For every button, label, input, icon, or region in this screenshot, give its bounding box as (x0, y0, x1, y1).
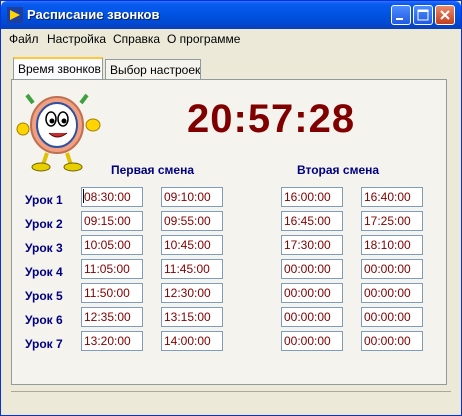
maximize-button[interactable] (413, 5, 433, 25)
first-start-time-field[interactable]: 11:05:00 (81, 259, 143, 279)
second-start-time-field[interactable]: 16:00:00 (281, 187, 343, 207)
first-start-time-field[interactable]: 13:20:00 (81, 331, 143, 351)
tab-settings-choice[interactable]: Выбор настроек (105, 59, 201, 79)
first-end-time-field[interactable]: 11:45:00 (161, 259, 223, 279)
first-end-time-field[interactable]: 14:00:00 (161, 331, 223, 351)
second-start-time-field[interactable]: 00:00:00 (281, 307, 343, 327)
app-icon (7, 7, 23, 23)
first-start-time-field[interactable]: 11:50:00 (81, 283, 143, 303)
first-end-time-field[interactable]: 10:45:00 (161, 235, 223, 255)
second-start-time-field[interactable]: 00:00:00 (281, 331, 343, 351)
menu-bar: Файл Настройка Справка О программе (1, 29, 461, 49)
maximize-icon (417, 9, 429, 21)
current-time-clock: 20:57:28 (187, 97, 356, 141)
first-shift-title: Первая смена (111, 163, 195, 177)
second-shift-title: Вторая смена (297, 163, 380, 177)
lesson-label: Урок 4 (25, 265, 63, 279)
menu-about[interactable]: О программе (167, 32, 240, 46)
second-end-time-field[interactable]: 16:40:00 (361, 187, 423, 207)
first-end-time-field[interactable]: 09:55:00 (161, 211, 223, 231)
first-end-time-field[interactable]: 09:10:00 (161, 187, 223, 207)
menu-settings[interactable]: Настройка (47, 32, 106, 46)
bottom-divider (11, 391, 451, 394)
window-title: Расписание звонков (27, 7, 160, 22)
first-end-time-field[interactable]: 13:15:00 (161, 307, 223, 327)
second-start-time-field[interactable]: 16:45:00 (281, 211, 343, 231)
second-start-time-field[interactable]: 00:00:00 (281, 283, 343, 303)
second-end-time-field[interactable]: 17:25:00 (361, 211, 423, 231)
menu-file[interactable]: Файл (9, 32, 39, 46)
close-icon (440, 10, 450, 20)
second-end-time-field[interactable]: 00:00:00 (361, 259, 423, 279)
menu-help[interactable]: Справка (113, 32, 160, 46)
second-end-time-field[interactable]: 00:00:00 (361, 283, 423, 303)
lesson-label: Урок 3 (25, 241, 63, 255)
second-end-time-field[interactable]: 00:00:00 (361, 307, 423, 327)
lesson-label: Урок 2 (25, 217, 63, 231)
lesson-label: Урок 7 (25, 337, 63, 351)
title-bar[interactable]: Расписание звонков (1, 1, 461, 29)
lesson-label: Урок 1 (25, 193, 63, 207)
first-start-time-field[interactable]: 08:30:00 (81, 187, 143, 207)
first-end-time-field[interactable]: 12:30:00 (161, 283, 223, 303)
second-end-time-field[interactable]: 00:00:00 (361, 331, 423, 351)
clock-mascot-image (16, 93, 101, 172)
second-start-time-field[interactable]: 17:30:00 (281, 235, 343, 255)
second-end-time-field[interactable]: 18:10:00 (361, 235, 423, 255)
first-start-time-field[interactable]: 09:15:00 (81, 211, 143, 231)
lesson-label: Урок 6 (25, 313, 63, 327)
second-start-time-field[interactable]: 00:00:00 (281, 259, 343, 279)
app-window: Расписание звонков Файл Настройка Справк… (0, 0, 462, 416)
close-button[interactable] (435, 5, 455, 25)
first-start-time-field[interactable]: 12:35:00 (81, 307, 143, 327)
first-start-time-field[interactable]: 10:05:00 (81, 235, 143, 255)
tab-bell-times[interactable]: Время звонков (13, 57, 103, 79)
minimize-icon (396, 18, 403, 20)
minimize-button[interactable] (391, 5, 411, 25)
lesson-label: Урок 5 (25, 289, 63, 303)
